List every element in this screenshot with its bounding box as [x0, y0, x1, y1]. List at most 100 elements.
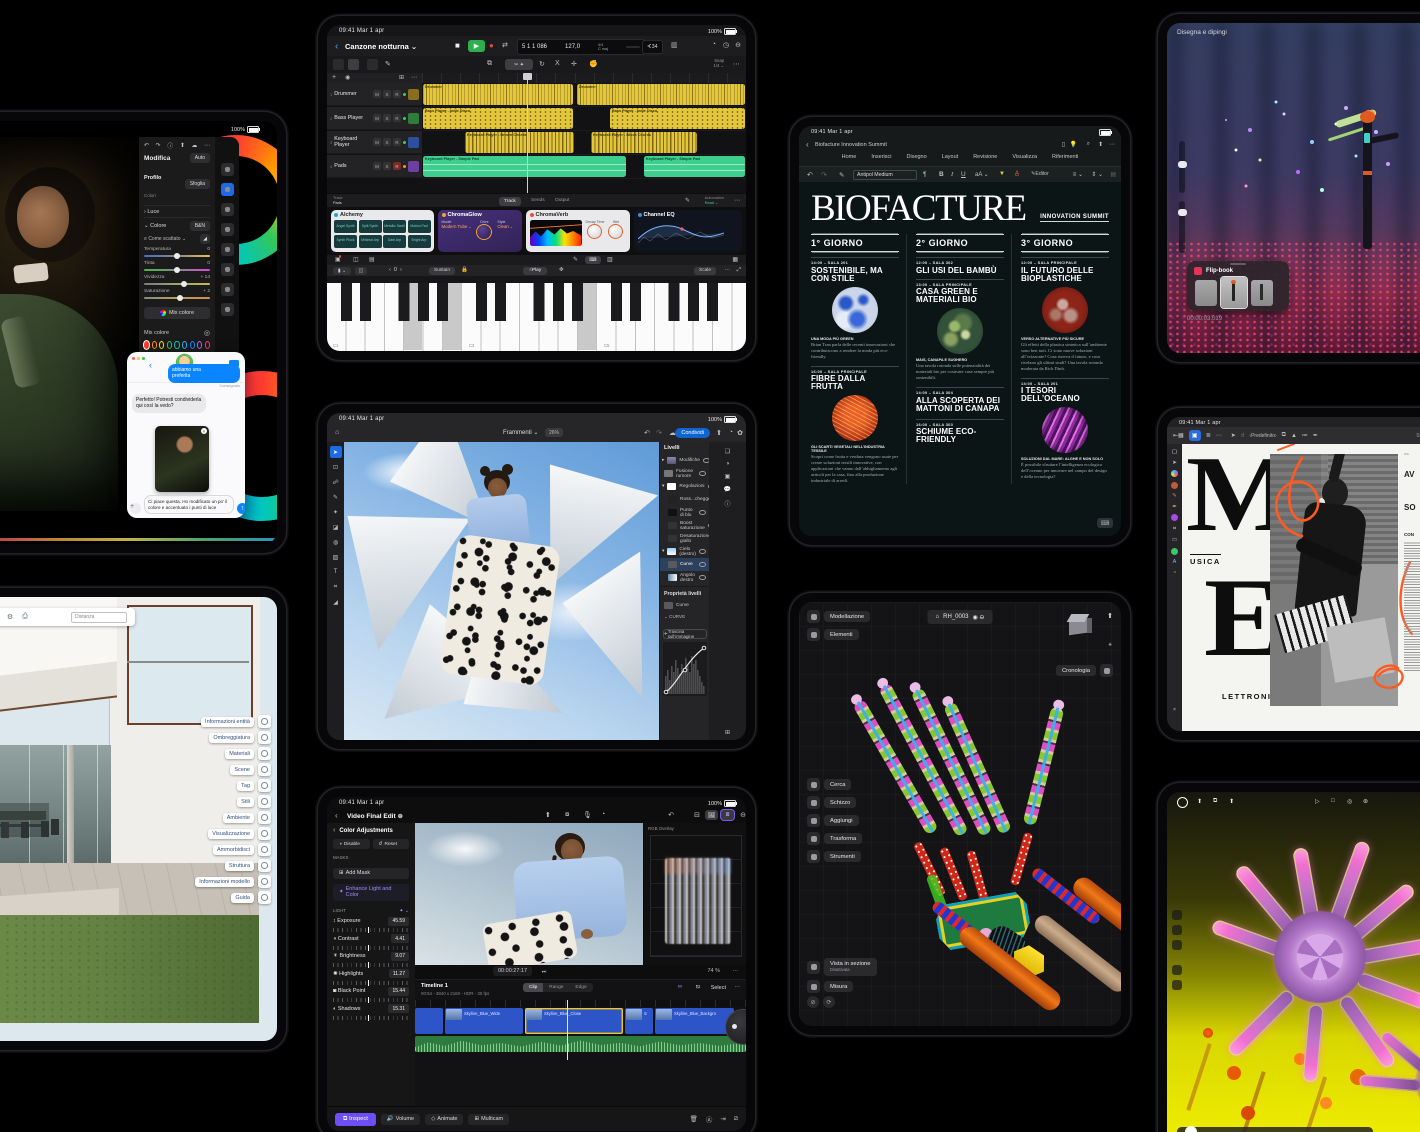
cloud-icon[interactable]: ☁ — [191, 141, 197, 150]
brush-tool[interactable]: ✎ — [330, 491, 342, 503]
presets-icon[interactable] — [221, 183, 234, 196]
enhance-button[interactable]: ✦ Enhance Light and Color — [333, 884, 409, 901]
color-section[interactable]: ⌄ Colore — [144, 223, 166, 229]
eyedropper-tool[interactable]: ◢ — [330, 596, 342, 608]
bullets-icon[interactable]: ≡ ⌄ — [1073, 171, 1083, 178]
tools-tool[interactable]: Strumenti — [807, 850, 861, 863]
region-drummer[interactable]: Drummer — [423, 84, 573, 105]
mix-colore-button[interactable]: Mix colore — [144, 307, 210, 319]
plugin-chromaverb[interactable]: ChromaVerb Decay Time Wet — [526, 210, 630, 252]
panel-back-chevron[interactable]: ‹ — [333, 827, 335, 834]
layer-row[interactable]: Angolo destro — [660, 571, 710, 584]
search-tool[interactable]: Cerca — [807, 778, 851, 791]
keyboard-big-icon[interactable]: ▦ — [732, 256, 738, 263]
document-icon-selected[interactable]: ▣ — [1189, 430, 1201, 441]
italic-button[interactable]: I — [951, 171, 953, 178]
undo-icon[interactable]: ↶ — [144, 141, 149, 150]
zoom-chip[interactable]: 26% — [545, 428, 563, 437]
viewer-icon[interactable]: ⊟ — [694, 811, 700, 819]
clock-icon[interactable]: ◷ — [723, 41, 729, 49]
preset-selector[interactable]: ‹ Predefinito › — [1249, 433, 1276, 439]
settings-icon[interactable]: ✿ — [737, 429, 743, 437]
paragraph-mark-icon[interactable]: ¶ — [923, 171, 927, 178]
editor-icon[interactable]: ✎ Editor — [1031, 171, 1049, 177]
scrubber-handle[interactable] — [1185, 1126, 1197, 1132]
track-header-icon[interactable]: ◉ — [345, 74, 350, 81]
bold-button[interactable]: B — [939, 171, 944, 178]
align-icon[interactable]: ▲ — [1291, 433, 1297, 439]
clip[interactable]: Skyline_Blue_Wide — [445, 1008, 523, 1034]
region-keyboard[interactable]: Keyboard Player - Block Chords — [591, 132, 697, 153]
layer-row[interactable]: Ross...chegge — [660, 493, 710, 506]
slider-brightness[interactable]: ☀ Brightness9.07 — [327, 950, 415, 968]
shape-tool[interactable]: ▭ — [1172, 537, 1177, 543]
rotate-tool[interactable] — [1172, 925, 1182, 935]
track-keyboard[interactable]: 3Keyboard PlayerMSR — [327, 131, 422, 154]
distribute-icon[interactable]: ≔ — [1302, 432, 1308, 439]
layers-icon[interactable]: ⧉ — [1213, 798, 1217, 805]
alchemy-pad[interactable]: Synth Pluck — [334, 235, 357, 248]
tracks-view-icon[interactable] — [333, 59, 344, 70]
tool-row[interactable]: Informazioni entità — [201, 715, 271, 728]
alchemy-pad[interactable]: Motion Pad — [408, 220, 431, 233]
layer-row[interactable]: Desaturazione giallo — [660, 532, 710, 545]
redo-icon[interactable]: ↷ — [156, 141, 161, 150]
move-tool-icon[interactable]: ✛ — [571, 60, 577, 68]
cycle-icon[interactable]: ⇄ — [502, 41, 508, 49]
pages-icon[interactable]: ⇤▦ — [1173, 432, 1184, 439]
node-tool[interactable]: ➤ — [1172, 460, 1177, 466]
transform-tool[interactable]: Trasforma — [807, 832, 862, 845]
layers-icon[interactable]: ≣ — [1206, 432, 1211, 439]
region-drummer[interactable]: Drummer — [577, 84, 745, 105]
flip-icon[interactable]: ⧉ — [1282, 432, 1286, 439]
lock-icon[interactable]: ⬆ — [1197, 798, 1202, 805]
region-pads[interactable]: Keyboard Player - Simple Pad — [423, 156, 626, 177]
play-icon[interactable]: ▷ — [1315, 798, 1320, 805]
home-icon[interactable]: ⌂ — [335, 429, 339, 436]
region-bass[interactable]: Bass Player - Indie Disco — [610, 108, 745, 129]
record-enable-button[interactable]: R — [393, 90, 401, 98]
copy-icon[interactable]: ⧉ — [487, 60, 492, 68]
play-surface-button[interactable]: ☝ Play — [523, 267, 547, 275]
add-mask-button[interactable]: ⊞ Add Mask — [333, 868, 409, 879]
minimize-icon[interactable]: ⊖ — [740, 811, 746, 819]
settings-icon[interactable]: ⊛ — [1363, 798, 1368, 805]
light-section[interactable]: › Luce — [144, 209, 159, 215]
orbit-button[interactable]: ⊘ — [807, 996, 819, 1008]
extend-icon[interactable]: ⇥ — [720, 1114, 725, 1124]
light-tool[interactable] — [1172, 980, 1182, 990]
pencil-tool[interactable]: ✎ — [1172, 493, 1177, 499]
mic-icon[interactable]: 🎙 — [583, 811, 592, 819]
move-tool[interactable] — [1172, 910, 1182, 920]
volume-button[interactable]: 🔊 Volume — [381, 1114, 420, 1125]
crop-icon[interactable] — [221, 203, 234, 216]
disable-button[interactable]: ◑ Disable — [333, 839, 370, 849]
crop-tool[interactable]: ⌗ — [1173, 526, 1176, 533]
dismiss-keyboard-button[interactable]: ⌨ — [1097, 518, 1113, 528]
back-chevron[interactable]: ‹ — [806, 140, 809, 149]
keyboard-pencil-icon[interactable]: ✎ — [573, 256, 578, 263]
arrows-icon[interactable]: ✥ — [559, 267, 564, 273]
resize-icon[interactable]: ⤢ — [737, 267, 741, 274]
audition-icon[interactable]: Ⓐ — [706, 1114, 713, 1124]
zoom-level[interactable]: 74 % — [707, 968, 720, 974]
measure-button[interactable]: Misura — [807, 980, 853, 993]
hand-icon[interactable]: ☝ — [1241, 432, 1245, 439]
connect-icon[interactable]: ∞ — [678, 984, 682, 990]
flipbook-frame[interactable] — [1195, 280, 1217, 306]
crop-tool[interactable]: ⌗ — [330, 581, 342, 593]
slider-shadows[interactable]: ◐ Shadows15.31 — [327, 1002, 415, 1020]
scale-button[interactable]: Scale — [694, 267, 716, 275]
footer-tab-track[interactable]: Track — [499, 197, 521, 206]
remove-attachment-icon[interactable]: × — [201, 428, 207, 434]
minimize-icon[interactable]: ⊖ — [735, 41, 741, 49]
export-icon[interactable]: ⬆ — [1107, 612, 1113, 620]
document-name[interactable]: Frammenti ⌄ — [503, 429, 538, 436]
ribbon-tab[interactable]: Disegno — [901, 152, 933, 165]
multicam-button[interactable]: ⊞ Multicam — [468, 1114, 509, 1125]
type-tool[interactable]: T — [330, 566, 342, 578]
track-bass[interactable]: 2Bass PlayerMSR — [327, 107, 422, 130]
project-title[interactable]: Video Final Edit ⊜ — [347, 812, 403, 820]
scale-tool[interactable] — [1172, 940, 1182, 950]
clip[interactable]: Skyline_Blue_Backgro — [655, 1008, 734, 1034]
